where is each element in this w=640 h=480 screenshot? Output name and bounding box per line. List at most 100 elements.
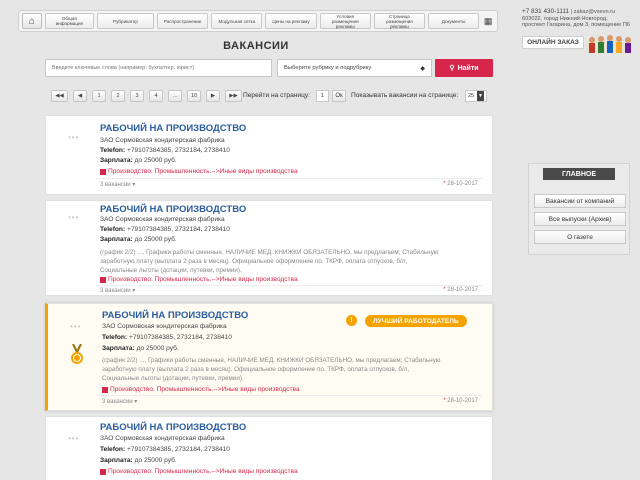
nav-rubricator[interactable]: Рубрикатор — [96, 13, 155, 29]
category-flag-icon — [102, 386, 108, 393]
chevron-down-icon: ▾ — [132, 288, 136, 294]
dots-icon: ••• — [68, 434, 80, 443]
salary-label: Зарплата: — [100, 457, 133, 464]
nav-ad-prices[interactable]: Цены на рекламу — [265, 13, 317, 29]
prev-page-icon[interactable]: ◀ — [73, 90, 87, 102]
page-10[interactable]: 10 — [187, 90, 201, 102]
phone-value: +79107384385, 2732184, 2738410 — [129, 334, 232, 341]
calendar-icon[interactable]: ▦ — [482, 14, 494, 28]
page-4[interactable]: 4 — [149, 90, 163, 102]
job-card[interactable]: ••• РАБОЧИЙ НА ПРОИЗВОДСТВО ЗАО Сормовск… — [45, 200, 493, 296]
job-description: (график 2/2) ..., Графики работы сменные… — [102, 356, 487, 383]
nav-ad-page[interactable]: Страница размещения рекламы — [373, 13, 426, 29]
medal-icon — [71, 344, 83, 364]
vacancy-count-text: 3 вакансии — [102, 399, 133, 405]
dots-icon: ••• — [70, 322, 82, 331]
search-input[interactable] — [45, 59, 272, 77]
find-button-label: Найти — [457, 64, 479, 72]
sidebar-item-company-vacancies[interactable]: Вакансии от компаний — [534, 194, 626, 208]
company-name[interactable]: ЗАО Сормовская кондитерская фабрика — [102, 323, 227, 330]
company-name[interactable]: ЗАО Сормовская кондитерская фабрика — [100, 137, 225, 144]
job-phone: Telefon: +79107384385, 2732184, 2738410 — [102, 334, 232, 341]
salary-value: до 25000 руб. — [134, 457, 177, 464]
contact-email[interactable]: zakaz@vsevn.ru — [574, 9, 615, 15]
salary-label: Зарплата: — [100, 236, 133, 243]
goto-ok-button[interactable]: Ок — [332, 90, 346, 102]
vacancy-count[interactable]: 3 вакансии ▾ — [102, 398, 137, 405]
category-link[interactable]: Производство. Промышленность.-->Иные вид… — [100, 168, 298, 175]
next-page-icon[interactable]: ▶ — [206, 90, 220, 102]
sidebar-header: ГЛАВНОЕ — [543, 168, 615, 180]
phone-value: +79107384385, 2732184, 2738410 — [127, 147, 230, 154]
page-2[interactable]: 2 — [111, 90, 125, 102]
divider — [98, 395, 482, 396]
description-line: заработную плату (выплата 2 раза в месяц… — [100, 258, 408, 265]
phone-value: +79107384385, 2732184, 2738410 — [127, 226, 230, 233]
salary-value: до 25000 руб. — [136, 345, 179, 352]
category-link[interactable]: Производство. Промышленность.-->Иные вид… — [100, 468, 298, 475]
contact-address-2: проспект Гагарина, дом 3, помещение П6 — [522, 22, 630, 28]
last-page-icon[interactable]: ▶▶ — [225, 90, 242, 102]
salary-value: до 25000 руб. — [134, 236, 177, 243]
nav-module-grid[interactable]: Модульная сетка — [211, 13, 263, 29]
vacancy-count[interactable]: 3 вакансии ▾ — [100, 287, 135, 294]
online-order-button[interactable]: ОНЛАЙН ЗАКАЗ — [522, 36, 584, 49]
job-date-text: 28-10-2017 — [447, 398, 478, 404]
contact-info: +7 831 430-1111 | zakaz@vsevn.ru 603022,… — [522, 8, 640, 29]
company-name[interactable]: ЗАО Сормовская кондитерская фабрика — [100, 435, 225, 442]
description-line: (график 2/2) ..., Графики работы сменные… — [102, 357, 441, 364]
dots-icon: ••• — [68, 213, 80, 222]
per-page-select[interactable]: 25 ▼ — [465, 90, 487, 102]
job-date: * 28-10-2017 — [443, 181, 478, 187]
chevron-down-icon: ▾ — [132, 182, 136, 188]
sidebar-item-archive[interactable]: Все выпуски (Архив) — [534, 212, 626, 226]
page-3[interactable]: 3 — [130, 90, 144, 102]
page-ellipsis: ... — [168, 90, 182, 102]
nav-documents[interactable]: Документы — [428, 13, 480, 29]
job-card-featured[interactable]: ••• РАБОЧИЙ НА ПРОИЗВОДСТВО ! ЛУЧШИЙ РАБ… — [45, 303, 493, 411]
job-phone: Telefon: +79107384385, 2732184, 2738410 — [100, 226, 230, 233]
category-link[interactable]: Производство. Промышленность.-->Иные вид… — [102, 386, 300, 393]
category-link[interactable]: Производство. Промышленность.-->Иные вид… — [100, 276, 298, 283]
job-card[interactable]: ••• РАБОЧИЙ НА ПРОИЗВОДСТВО ЗАО Сормовск… — [45, 115, 493, 195]
description-line: Социальные льготы (дотации, путевки, пре… — [102, 375, 244, 382]
sidebar-item-about[interactable]: О газете — [534, 230, 626, 244]
job-date-text: 28-10-2017 — [447, 181, 478, 187]
select-arrows-icon: ◆ — [420, 65, 425, 72]
asterisk-icon: * — [443, 181, 446, 187]
salary-value: до 25000 руб. — [134, 157, 177, 164]
asterisk-icon: * — [443, 398, 446, 404]
first-page-icon[interactable]: ◀◀ — [51, 90, 68, 102]
nav-distribution[interactable]: Распространение — [157, 13, 209, 29]
salary-label: Зарплата: — [100, 157, 133, 164]
page-1[interactable]: 1 — [92, 90, 106, 102]
find-button[interactable]: ⚲ Найти — [435, 59, 493, 77]
category-select-label: Выберите рубрику и подрубрику — [284, 65, 372, 71]
vacancy-count[interactable]: 3 вакансии ▾ — [100, 181, 135, 188]
job-title[interactable]: РАБОЧИЙ НА ПРОИЗВОДСТВО — [100, 123, 246, 134]
best-employer-badge: ЛУЧШИЙ РАБОТОДАТЕЛЬ — [365, 315, 467, 327]
page-title: ВАКАНСИИ — [223, 40, 289, 52]
job-title[interactable]: РАБОЧИЙ НА ПРОИЗВОДСТВО — [102, 310, 248, 321]
job-phone: Telefon: +79107384385, 2732184, 2738410 — [100, 147, 230, 154]
category-text: Производство. Промышленность.-->Иные вид… — [108, 276, 298, 283]
job-description: (график 2/2) ..., Графики работы сменные… — [100, 248, 485, 275]
goto-page-input[interactable]: 1 — [316, 90, 329, 102]
job-date: * 28-10-2017 — [443, 398, 478, 404]
category-text: Производство. Промышленность.-->Иные вид… — [108, 468, 298, 475]
category-select[interactable]: Выберите рубрику и подрубрику ◆ — [277, 59, 432, 77]
nav-general-info[interactable]: Общая информация — [44, 13, 94, 29]
job-title[interactable]: РАБОЧИЙ НА ПРОИЗВОДСТВО — [100, 204, 246, 215]
job-card[interactable]: ••• РАБОЧИЙ НА ПРОИЗВОДСТВО ЗАО Сормовск… — [45, 416, 493, 480]
job-title[interactable]: РАБОЧИЙ НА ПРОИЗВОДСТВО — [100, 422, 246, 433]
description-line: (график 2/2) ..., Графики работы сменные… — [100, 249, 439, 256]
salary-label: Зарплата: — [102, 345, 135, 352]
pagination: ◀◀ ◀ 1 2 3 4 ... 10 ▶ ▶▶ — [51, 90, 242, 102]
company-name[interactable]: ЗАО Сормовская кондитерская фабрика — [100, 216, 225, 223]
divider — [96, 285, 482, 286]
home-icon[interactable]: ⌂ — [22, 13, 42, 29]
vacancy-count-text: 3 вакансии — [100, 182, 131, 188]
search-icon: ⚲ — [449, 65, 455, 72]
vacancy-count-text: 3 вакансии — [100, 288, 131, 294]
nav-ad-conditions[interactable]: Условия размещения рекламы — [319, 13, 371, 29]
